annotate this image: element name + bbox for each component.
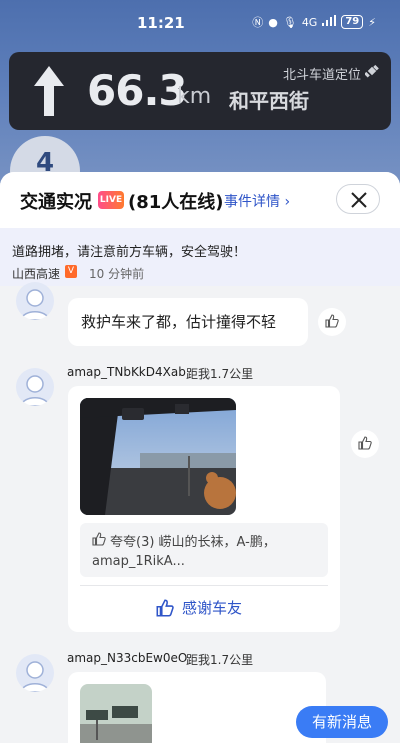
event-detail-label: 事件详情 <box>224 194 280 210</box>
comment-text: 救护车来了都，估计撞得不轻 <box>81 313 277 331</box>
comment-distance: 距我1.7公里 <box>186 367 254 381</box>
user-avatar-icon <box>20 289 50 320</box>
praise-text-more: amap_1RikA... <box>92 554 185 569</box>
new-message-button[interactable]: 有新消息 <box>296 706 388 738</box>
notice-text: 道路拥堵，请注意前方车辆，安全驾驶！ <box>12 245 247 260</box>
notice-source: 山西高速 <box>12 267 61 281</box>
like-button[interactable] <box>318 308 346 336</box>
praise-text: 夸夸(3) 崂山的长袜，A-鹏， <box>110 535 276 550</box>
comment-username[interactable]: amap_TNbKkD4Xab <box>67 365 186 379</box>
location-icon: ● <box>268 15 278 29</box>
comment-distance: 距我1.7公里 <box>186 653 254 667</box>
traffic-notice: 道路拥堵，请注意前方车辆，安全驾驶！ 山西高速 V 10 分钟前 <box>0 228 400 286</box>
road-photo <box>80 684 152 743</box>
thumbs-up-icon <box>325 314 339 328</box>
traffic-panel: 交通实况 LIVE (81人在线) 事件详情 › 道路拥堵，请注意前方车辆，安全… <box>0 172 400 743</box>
nav-unit: km <box>177 84 212 109</box>
event-detail-link[interactable]: 事件详情 › <box>224 191 290 211</box>
like-button[interactable] <box>351 430 379 458</box>
battery-level: 79 <box>341 15 364 29</box>
panel-header: 交通实况 LIVE (81人在线) 事件详情 › <box>0 172 400 228</box>
live-badge: LIVE <box>98 191 124 209</box>
signal-icon <box>322 15 337 29</box>
thumbs-up-icon <box>358 436 372 450</box>
verified-icon: V <box>65 265 77 278</box>
straight-arrow-icon <box>34 66 64 116</box>
thumbs-up-icon <box>92 532 106 546</box>
comment-photo[interactable] <box>80 684 152 743</box>
avatar[interactable] <box>16 654 54 692</box>
status-bar: 11:21 Ⓝ ● 🎙 4G 79 ⚡ <box>0 0 400 44</box>
panel-title: 交通实况 <box>20 192 92 213</box>
close-button[interactable] <box>336 184 380 214</box>
close-icon <box>351 192 367 208</box>
navigation-card[interactable]: 66.3 km 和平西街 北斗车道定位 <box>9 52 391 130</box>
notice-time: 10 分钟前 <box>89 267 145 281</box>
network-label: 4G <box>301 15 318 29</box>
comment-username[interactable]: amap_N33cbEw0eO <box>67 651 187 665</box>
status-time: 11:21 <box>137 14 185 32</box>
thumbs-up-icon <box>156 599 174 617</box>
traffic-photo <box>80 398 236 515</box>
avatar[interactable] <box>16 368 54 406</box>
satellite-icon <box>365 64 379 78</box>
mic-icon: 🎙 <box>282 15 297 29</box>
beidou-positioning-label: 北斗车道定位 <box>282 68 361 83</box>
charging-icon: ⚡ <box>368 15 376 29</box>
user-avatar-icon <box>20 375 50 406</box>
nfc-icon: Ⓝ <box>252 16 264 29</box>
comment-bubble: 救护车来了都，估计撞得不轻 <box>68 298 308 346</box>
avatar[interactable] <box>16 282 54 320</box>
status-icons: Ⓝ ● 🎙 4G 79 ⚡ <box>252 14 376 30</box>
online-count: (81人在线) <box>128 192 224 213</box>
nav-distance: 66.3 <box>87 66 188 115</box>
thanks-label: 感谢车友 <box>182 599 243 617</box>
user-avatar-icon <box>20 661 50 692</box>
comment-photo[interactable] <box>80 398 236 515</box>
praise-box[interactable]: 夸夸(3) 崂山的长袜，A-鹏， amap_1RikA... <box>80 523 328 577</box>
nav-road-name: 和平西街 <box>229 89 309 113</box>
divider <box>80 585 328 586</box>
